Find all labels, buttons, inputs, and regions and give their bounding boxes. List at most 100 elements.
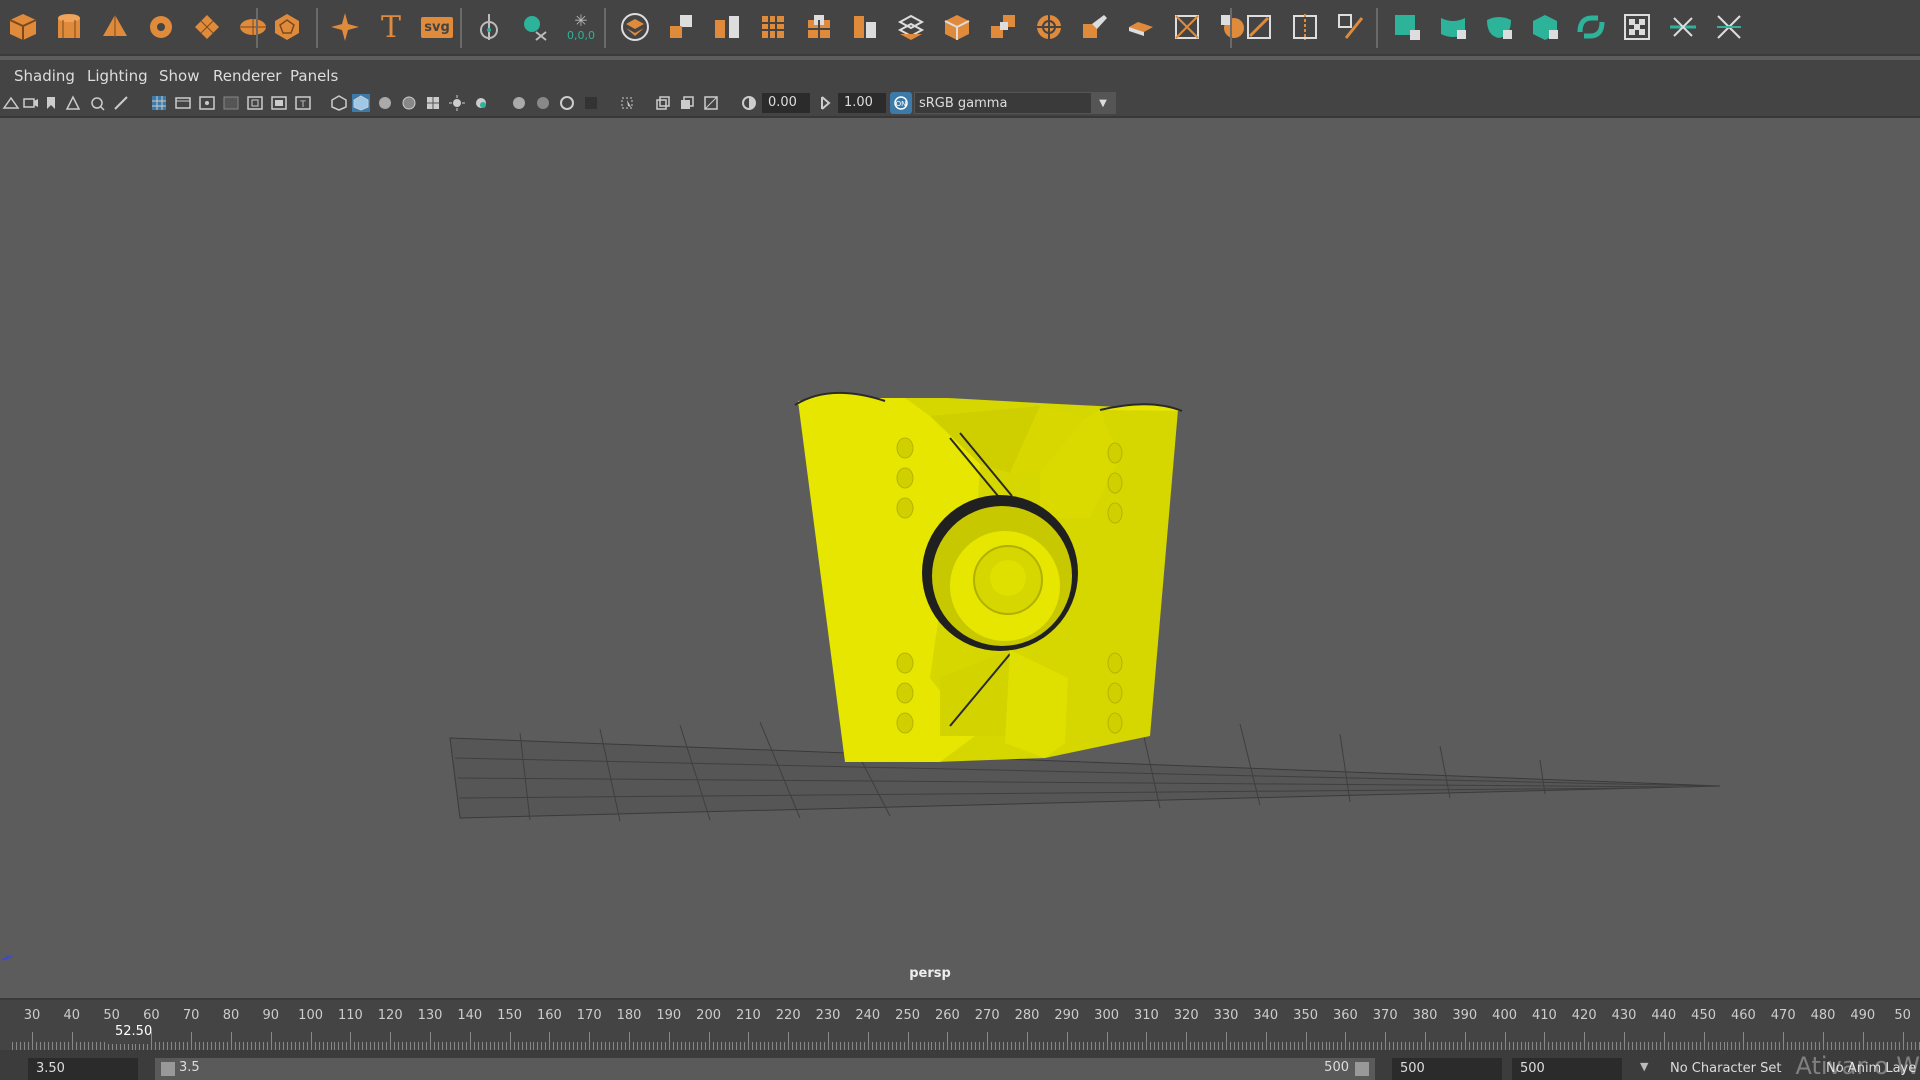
uv-unfold-icon[interactable] (1570, 6, 1612, 48)
poly-plane-icon[interactable] (186, 6, 228, 48)
smooth-shade-icon[interactable] (352, 94, 370, 112)
timeline-tick (493, 1042, 495, 1050)
menu-shading[interactable]: Shading (14, 67, 75, 85)
target-weld-icon[interactable] (1330, 6, 1372, 48)
wireframe-icon[interactable] (330, 94, 348, 112)
xray-joints-icon[interactable] (702, 94, 720, 112)
reduce-icon[interactable] (936, 6, 978, 48)
slider-end-handle[interactable] (1355, 1062, 1369, 1076)
timeline-tick (987, 1032, 989, 1050)
time-slider[interactable]: 30 40 50 60 70 80 90 100 110 120 130 140 150 160 170 18… (0, 998, 1920, 1050)
playback-end-field[interactable]: 500 (1392, 1058, 1502, 1080)
3d-viewport[interactable]: z (0, 118, 1920, 998)
multi-cut-icon[interactable] (1238, 6, 1280, 48)
freeze-transform-icon[interactable]: ✳ 0,0,0 (560, 6, 602, 48)
shadows-icon[interactable] (472, 94, 490, 112)
uv-checker-icon[interactable] (1616, 6, 1658, 48)
timeline-tick (1699, 1042, 1701, 1050)
timeline-tick (1361, 1042, 1363, 1050)
uv-spherical-icon[interactable] (1478, 6, 1520, 48)
timeline-tick (163, 1042, 165, 1050)
poke-icon[interactable] (1166, 6, 1208, 48)
platonic-solid-icon[interactable] (266, 6, 308, 48)
uv-cylindrical-icon[interactable] (1432, 6, 1474, 48)
depth-of-field-icon[interactable] (582, 94, 600, 112)
current-frame-marker[interactable]: 52.50 (107, 1022, 152, 1044)
uv-planar-icon[interactable] (1386, 6, 1428, 48)
textured-icon[interactable] (424, 94, 442, 112)
gamma-field[interactable]: 1.00 (838, 93, 886, 113)
resolution-gate-icon[interactable] (198, 94, 216, 112)
character-set-chevron-icon[interactable]: ▼ (1640, 1060, 1648, 1073)
grid-icon[interactable] (150, 94, 168, 112)
film-gate-icon[interactable] (174, 94, 192, 112)
anti-aliasing-icon[interactable] (558, 94, 576, 112)
mirror-icon[interactable] (844, 6, 886, 48)
character-set-field[interactable]: No Character Set (1662, 1058, 1792, 1080)
menu-renderer[interactable]: Renderer (213, 67, 281, 85)
uv-cut-icon[interactable] (1662, 6, 1704, 48)
xray-icon[interactable] (654, 94, 672, 112)
select-camera-icon[interactable] (2, 94, 20, 112)
menu-show[interactable]: Show (159, 67, 199, 85)
default-material-icon[interactable] (376, 94, 394, 112)
uv-auto-icon[interactable] (1524, 6, 1566, 48)
color-space-dropdown[interactable]: sRGB gamma ▼ (914, 92, 1116, 114)
timeline-tick (1512, 1042, 1514, 1050)
safe-title-icon[interactable]: T (294, 94, 312, 112)
fill-hole-icon[interactable] (890, 6, 932, 48)
camera-attributes-icon[interactable] (22, 94, 40, 112)
exposure-field[interactable]: 0.00 (762, 93, 810, 113)
extrude-icon[interactable] (982, 6, 1024, 48)
timeline-tick (831, 1042, 833, 1050)
poly-cylinder-icon[interactable] (48, 6, 90, 48)
use-lights-icon[interactable] (448, 94, 466, 112)
poly-cone-icon[interactable] (94, 6, 136, 48)
image-plane-icon[interactable] (64, 94, 82, 112)
extract-icon[interactable] (706, 6, 748, 48)
timeline-tick (999, 1042, 1001, 1050)
field-chart-icon[interactable] (246, 94, 264, 112)
poly-torus-icon[interactable] (140, 6, 182, 48)
animation-start-field[interactable]: 3.50 (28, 1058, 138, 1080)
text-icon[interactable]: T (370, 6, 412, 48)
svg-icon[interactable]: svg (416, 6, 458, 48)
smooth-icon[interactable] (752, 6, 794, 48)
combine-icon[interactable] (614, 6, 656, 48)
sparkle-icon[interactable] (324, 6, 366, 48)
bevel-icon[interactable] (1074, 6, 1116, 48)
timeline-tick (231, 1032, 232, 1050)
pivot-icon[interactable] (468, 6, 510, 48)
timeline-tick (1743, 1032, 1745, 1050)
uv-sew-icon[interactable] (1708, 6, 1750, 48)
boolean-icon[interactable] (798, 6, 840, 48)
gate-mask-icon[interactable] (222, 94, 240, 112)
menu-lighting[interactable]: Lighting (87, 67, 148, 85)
exposure-icon[interactable] (740, 94, 758, 112)
motion-blur-icon[interactable] (534, 94, 552, 112)
wedge-icon[interactable] (1120, 6, 1162, 48)
separate-icon[interactable] (660, 6, 702, 48)
timeline-tick (672, 1042, 674, 1050)
timeline-tick (1042, 1042, 1044, 1050)
xray-active-components-icon[interactable] (678, 94, 696, 112)
snap-icon[interactable] (514, 6, 556, 48)
screen-space-ao-icon[interactable] (510, 94, 528, 112)
playback-range-slider[interactable]: 3.5 500 (155, 1058, 1375, 1080)
slider-start-handle[interactable] (161, 1062, 175, 1076)
safe-action-icon[interactable] (270, 94, 288, 112)
2d-pan-zoom-icon[interactable] (88, 94, 106, 112)
edge-loop-icon[interactable] (1284, 6, 1326, 48)
color-management-toggle-icon[interactable]: ON (890, 92, 912, 114)
isolate-select-icon[interactable] (618, 94, 636, 112)
gamma-icon[interactable] (816, 94, 834, 112)
menu-panels[interactable]: Panels (290, 67, 338, 85)
animation-end-field[interactable]: 500 (1512, 1058, 1622, 1080)
grease-pencil-icon[interactable] (112, 94, 130, 112)
bridge-icon[interactable] (1028, 6, 1070, 48)
bookmark-icon[interactable] (42, 94, 60, 112)
timeline-tick (1659, 1042, 1661, 1050)
timeline-tick (1910, 1042, 1912, 1050)
poly-cube-icon[interactable] (2, 6, 44, 48)
wireframe-on-shaded-icon[interactable] (400, 94, 418, 112)
